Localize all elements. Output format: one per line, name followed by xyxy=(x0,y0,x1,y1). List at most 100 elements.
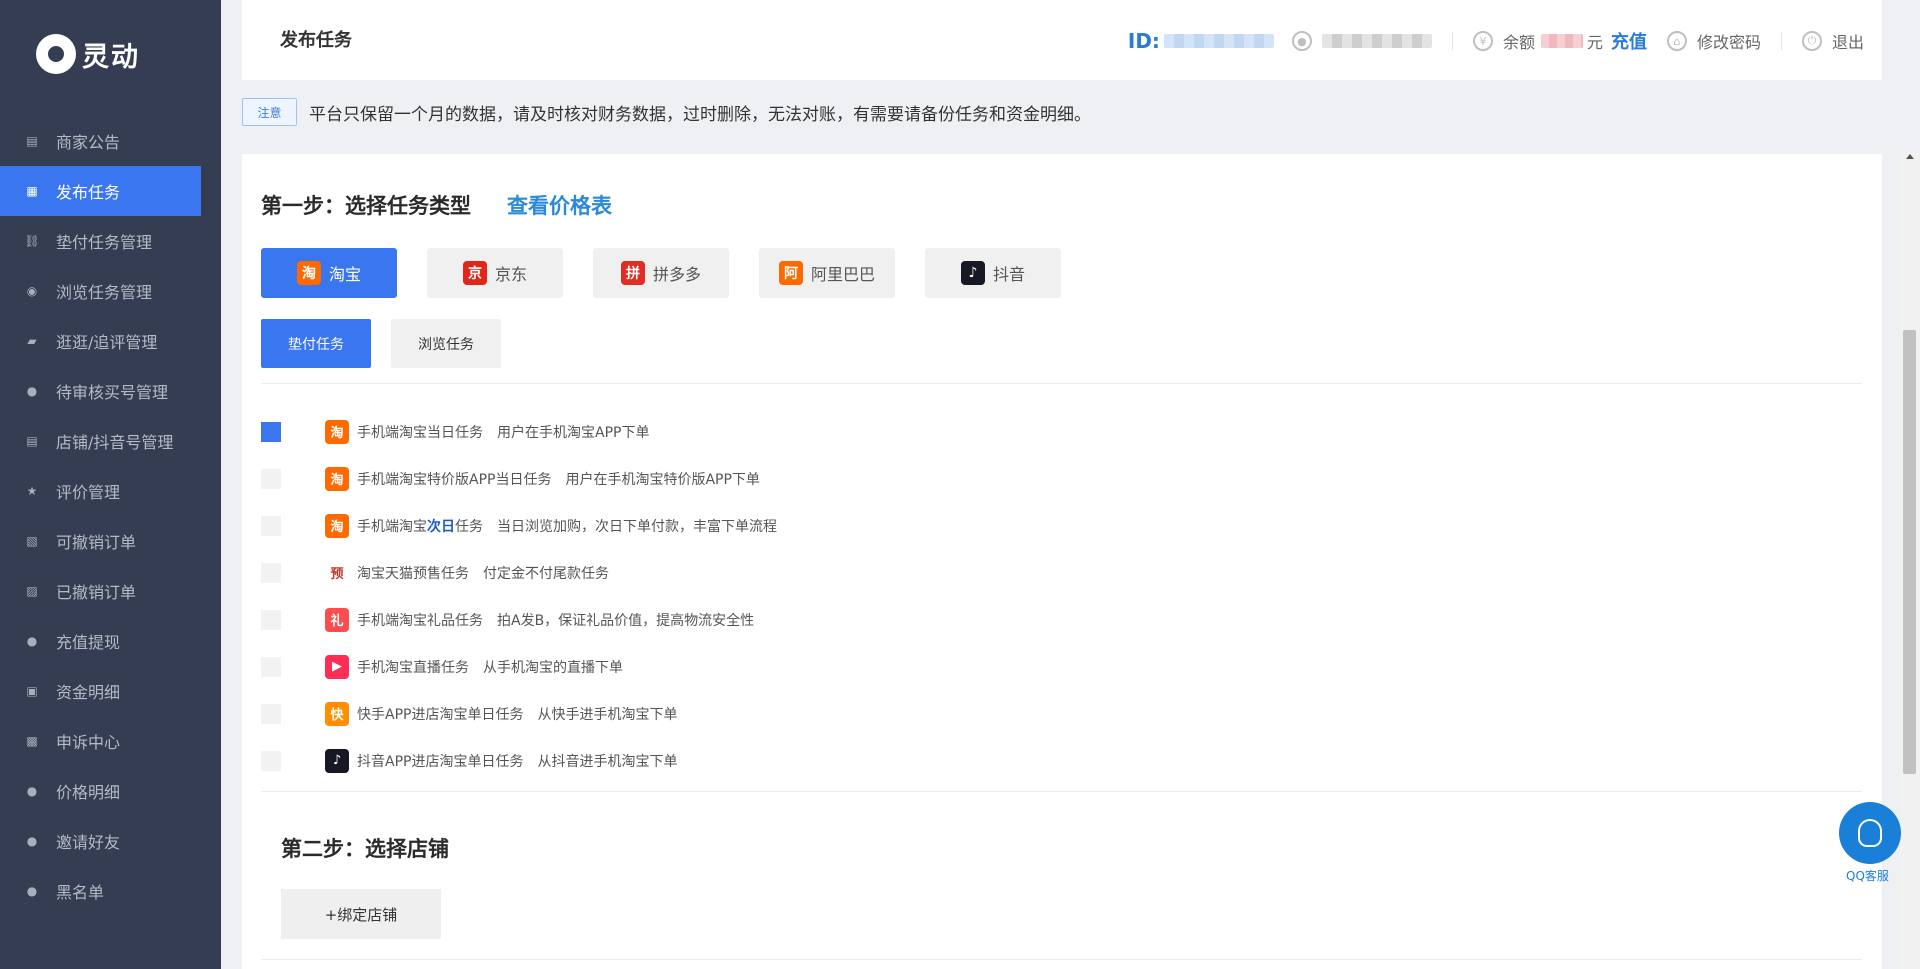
task-name: 快手APP进店淘宝单日任务 xyxy=(357,706,524,723)
task-checkbox[interactable] xyxy=(261,750,281,771)
task-checkbox[interactable] xyxy=(261,609,281,630)
platform-tab-4[interactable]: ♪ 抖音 xyxy=(925,248,1061,298)
sidebar-item-label: 申诉中心 xyxy=(56,733,121,752)
sidebar-item-label: 商家公告 xyxy=(56,133,121,152)
app-logo[interactable]: 灵动 xyxy=(36,34,140,74)
task-checkbox[interactable] xyxy=(261,703,281,724)
user-icon: ● xyxy=(1291,31,1312,51)
sidebar-item-label: 充值提现 xyxy=(56,633,121,652)
task-type-tab-0[interactable]: 垫付任务 xyxy=(261,319,371,368)
platform-label: 抖音 xyxy=(992,265,1025,284)
wallet-icon: ▣ xyxy=(26,684,38,698)
taobao-icon: 淘 xyxy=(296,261,321,285)
task-description: 拍A发B，保证礼品价值，提高物流安全性 xyxy=(497,612,755,629)
task-name: 抖音APP进店淘宝单日任务 xyxy=(357,753,524,770)
task-option-row[interactable]: 淘手机端淘宝当日任务 用户在手机淘宝APP下单 xyxy=(261,408,777,455)
platform-tab-2[interactable]: 拼拼多多 xyxy=(593,248,729,298)
sidebar-item-11[interactable]: ▣ 资金明细 xyxy=(0,666,201,716)
sidebar-item-label: 待审核买号管理 xyxy=(56,383,169,402)
divider xyxy=(261,959,1862,960)
sidebar-item-3[interactable]: ◉ 浏览任务管理 xyxy=(0,266,201,316)
sidebar-item-12[interactable]: ▩ 申诉中心 xyxy=(0,716,201,766)
sidebar-item-label: 已撤销订单 xyxy=(56,583,137,602)
user-block-icon: ● xyxy=(26,884,38,898)
sidebar-item-label: 浏览任务管理 xyxy=(56,283,153,302)
task-option-row[interactable]: 快快手APP进店淘宝单日任务 从快手进手机淘宝下单 xyxy=(261,690,777,737)
task-option-row[interactable]: 淘手机端淘宝次日任务 当日浏览加购，次日下单付款，丰富下单流程 xyxy=(261,502,777,549)
task-option-row[interactable]: ▶ 手机淘宝直播任务 从手机淘宝的直播下单 xyxy=(261,643,777,690)
sidebar-item-4[interactable]: ▰ 逛逛/追评管理 xyxy=(0,316,201,366)
task-checkbox[interactable] xyxy=(261,562,281,583)
sidebar-item-label: 可撤销订单 xyxy=(56,533,137,552)
shop-icon: ▤ xyxy=(26,434,38,448)
scrollbar-thumb[interactable] xyxy=(1903,330,1916,774)
star-icon: ★ xyxy=(26,484,38,498)
price-icon: ● xyxy=(26,784,38,798)
qq-service-label[interactable]: QQ客服 xyxy=(1846,867,1889,884)
taobao-icon: 淘 xyxy=(325,419,349,444)
sidebar-item-9[interactable]: ▨ 已撤销订单 xyxy=(0,566,201,616)
step2-title: 第二步：选择店铺 xyxy=(281,837,449,861)
platform-label: 阿里巴巴 xyxy=(810,265,875,284)
header-user-bar: ID: ● ¥ 余额 元 充值 ⌂ 修改密码 ⏻ 退出 xyxy=(1128,24,1882,58)
task-option-row[interactable]: 礼手机端淘宝礼品任务 拍A发B，保证礼品价值，提高物流安全性 xyxy=(261,596,777,643)
file-clock-icon: ▨ xyxy=(26,584,38,598)
price-table-link[interactable]: 查看价格表 xyxy=(507,190,612,220)
kuaishou-icon: 快 xyxy=(325,701,349,726)
douyin-icon: ♪ xyxy=(325,748,349,773)
platform-label: 拼多多 xyxy=(652,265,701,284)
scroll-up-icon[interactable] xyxy=(1906,154,1914,159)
user-id-label: ID: xyxy=(1127,29,1160,53)
sidebar-item-1[interactable]: ▦ 发布任务 xyxy=(0,166,201,216)
task-checkbox[interactable] xyxy=(261,656,281,677)
task-checkbox[interactable] xyxy=(261,421,281,442)
task-checkbox[interactable] xyxy=(261,515,281,536)
user-icon: ● xyxy=(26,384,38,398)
sidebar-item-15[interactable]: ● 黑名单 xyxy=(0,866,201,916)
task-option-row[interactable]: ♪ 抖音APP进店淘宝单日任务 从抖音进手机淘宝下单 xyxy=(261,737,777,784)
douyin-icon: ♪ xyxy=(960,261,985,285)
divider xyxy=(261,383,1862,384)
sidebar-item-8[interactable]: ▧ 可撤销订单 xyxy=(0,516,201,566)
task-option-row[interactable]: 预淘宝天猫预售任务 付定金不付尾款任务 xyxy=(261,549,777,596)
task-type-tab-1[interactable]: 浏览任务 xyxy=(391,319,501,368)
sidebar-item-6[interactable]: ▤ 店铺/抖音号管理 xyxy=(0,416,201,466)
platform-tab-1[interactable]: 京京东 xyxy=(427,248,563,298)
platform-tab-3[interactable]: 阿阿里巴巴 xyxy=(759,248,895,298)
task-description: 用户在手机淘宝APP下单 xyxy=(497,424,650,441)
sidebar-item-0[interactable]: ▤ 商家公告 xyxy=(0,116,201,166)
task-checkbox[interactable] xyxy=(261,468,281,489)
sidebar-item-7[interactable]: ★ 评价管理 xyxy=(0,466,201,516)
platform-label: 淘宝 xyxy=(328,265,361,284)
task-description: 付定金不付尾款任务 xyxy=(483,565,609,582)
sidebar-item-5[interactable]: ● 待审核买号管理 xyxy=(0,366,201,416)
logout-link[interactable]: 退出 xyxy=(1832,29,1864,53)
sidebar-item-label: 价格明细 xyxy=(56,783,121,802)
task-description: 当日浏览加购，次日下单付款，丰富下单流程 xyxy=(497,518,777,535)
sidebar-item-label: 逛逛/追评管理 xyxy=(56,333,158,352)
task-name-part: 任务 xyxy=(455,518,483,535)
task-description: 从快手进手机淘宝下单 xyxy=(537,706,678,723)
publish-task-card: 第一步：选择任务类型 查看价格表 淘淘宝京京东拼拼多多阿阿里巴巴 ♪ 抖音 垫付任务… xyxy=(242,154,1882,969)
sidebar-item-label: 发布任务 xyxy=(56,183,121,202)
bind-shop-button[interactable]: +绑定店铺 xyxy=(281,889,441,939)
power-icon: ⏻ xyxy=(1801,31,1822,51)
sidebar-item-label: 黑名单 xyxy=(56,883,105,902)
task-option-row[interactable]: 淘手机端淘宝特价版APP当日任务 用户在手机淘宝特价版APP下单 xyxy=(261,455,777,502)
sidebar-item-14[interactable]: ● 邀请好友 xyxy=(0,816,201,866)
sidebar-item-10[interactable]: ● 充值提现 xyxy=(0,616,201,666)
platform-selector: 淘淘宝京京东拼拼多多阿阿里巴巴 ♪ 抖音 xyxy=(261,248,1061,298)
sidebar-item-13[interactable]: ● 价格明细 xyxy=(0,766,201,816)
recharge-link[interactable]: 充值 xyxy=(1611,28,1647,54)
file-icon: ▧ xyxy=(26,534,38,548)
gift-icon: 礼 xyxy=(325,607,349,632)
task-description: 从手机淘宝的直播下单 xyxy=(483,659,623,676)
page-title: 发布任务 xyxy=(280,30,352,51)
sidebar: 灵动 ▤ 商家公告 ▦ 发布任务 ⛓ 垫付任务管理 ◉ 浏览任务管理 ▰ 逛逛/追评管理 ● 待审核买… xyxy=(0,0,221,969)
sidebar-nav: ▤ 商家公告 ▦ 发布任务 ⛓ 垫付任务管理 ◉ 浏览任务管理 ▰ 逛逛/追评管理 ● 待审核买号管理… xyxy=(0,116,201,916)
sidebar-item-2[interactable]: ⛓ 垫付任务管理 xyxy=(0,216,201,266)
change-password-link[interactable]: 修改密码 xyxy=(1697,29,1761,53)
platform-tab-0[interactable]: 淘淘宝 xyxy=(261,248,397,298)
appeal-icon: ▩ xyxy=(26,734,38,748)
qq-service-button[interactable] xyxy=(1839,802,1901,864)
